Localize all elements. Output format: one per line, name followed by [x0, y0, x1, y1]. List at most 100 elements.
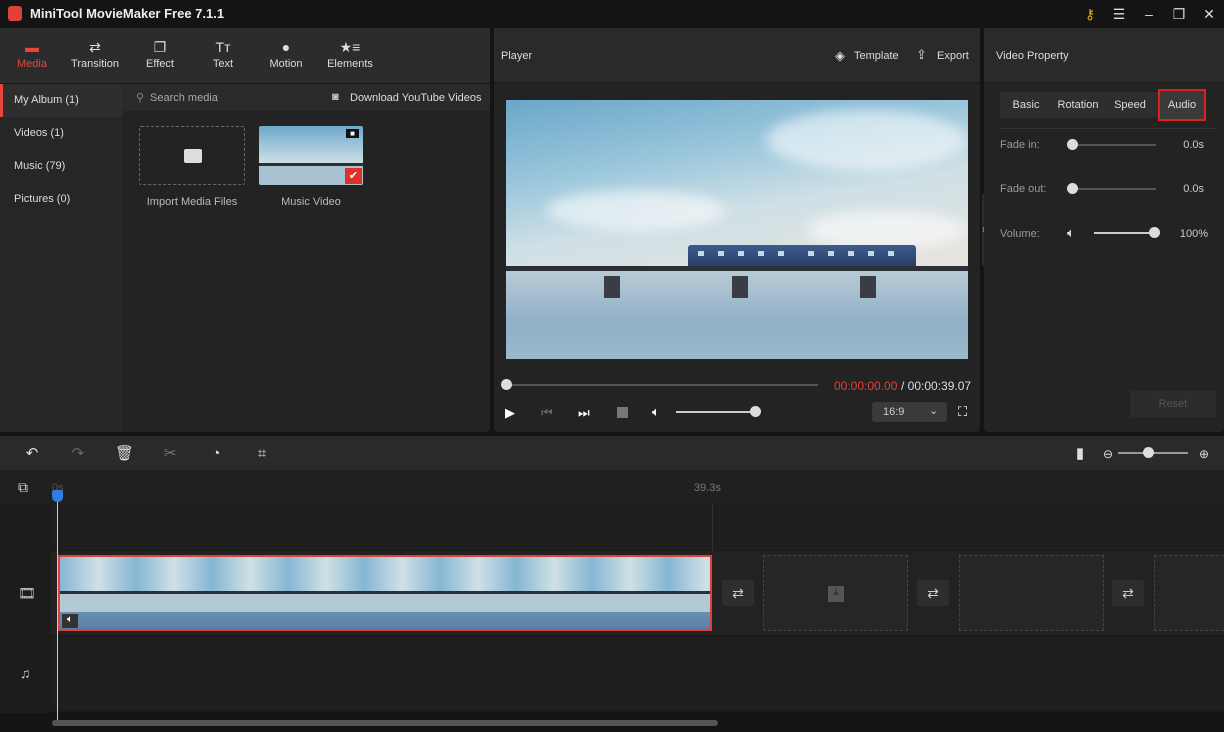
- export-icon: ⇪: [916, 47, 927, 62]
- transition-button[interactable]: ⇄: [917, 580, 949, 606]
- chevron-down-icon: ⌄: [929, 405, 939, 417]
- media-item-music-video[interactable]: ■ ✔: [259, 126, 363, 185]
- player-panel: Player ◈ Template ⇪ Export 00:00:00.00 /…: [494, 28, 980, 432]
- layers-icon: ◈: [835, 48, 845, 63]
- tab-elements[interactable]: ★≡ Elements: [318, 28, 382, 84]
- empty-slot[interactable]: [1154, 555, 1224, 631]
- volume-value: 100%: [1179, 228, 1208, 240]
- tab-rotation[interactable]: Rotation: [1052, 92, 1104, 118]
- previous-frame-button[interactable]: ⏮: [541, 405, 553, 421]
- download-icon: ⤓: [828, 586, 844, 602]
- fit-icon[interactable]: ▮: [1071, 445, 1089, 463]
- video-clip[interactable]: 🔈︎: [58, 555, 712, 631]
- player-title: Player: [501, 50, 533, 62]
- tab-text[interactable]: Tт Text: [191, 28, 255, 84]
- zoom-out-icon[interactable]: ⊖: [1099, 445, 1117, 463]
- motion-icon: ●: [281, 39, 291, 55]
- fade-out-value: 0.0s: [1183, 183, 1204, 195]
- search-input[interactable]: Search media: [150, 92, 218, 104]
- reset-button[interactable]: Reset: [1130, 391, 1216, 417]
- track-headers: 🎞︎ ♫: [0, 503, 51, 713]
- volume-slider[interactable]: [676, 411, 756, 413]
- app-logo: [8, 6, 22, 21]
- volume-knob[interactable]: [750, 406, 761, 417]
- export-button[interactable]: Export: [937, 50, 969, 62]
- tab-label: Media: [17, 58, 47, 70]
- sidebar-item-music[interactable]: Music (79): [0, 150, 122, 183]
- key-icon[interactable]: ⚷: [1076, 4, 1104, 24]
- scissors-icon[interactable]: ✂: [161, 445, 179, 463]
- tab-label: Elements: [327, 58, 373, 70]
- fullscreen-icon[interactable]: ⛶: [958, 404, 967, 420]
- total-time: / 00:00:39.07: [901, 379, 972, 393]
- timeline-ruler[interactable]: ⧉ 0s 39.3s: [0, 470, 1224, 504]
- overlay-track: [51, 503, 1224, 551]
- add-track-icon[interactable]: ⧉: [18, 479, 28, 496]
- tab-media[interactable]: ▬ Media: [0, 28, 64, 84]
- tool-tabs: ▬ Media ⇄ Transition ❐ Effect Tт Text ● Motio…: [0, 28, 490, 84]
- audio-waveform: [60, 612, 710, 629]
- minimize-button[interactable]: –: [1135, 4, 1163, 24]
- sidebar-item-pictures[interactable]: Pictures (0): [0, 183, 122, 216]
- media-panel: ▬ Media ⇄ Transition ❐ Effect Tт Text ● Motio…: [0, 28, 490, 432]
- redo-icon[interactable]: ↷: [69, 445, 87, 463]
- seek-bar[interactable]: [506, 384, 818, 386]
- delete-icon[interactable]: 🗑︎: [115, 445, 134, 463]
- zoom-in-icon[interactable]: ⊕: [1195, 445, 1213, 463]
- aspect-ratio-select[interactable]: 16:9 ⌄: [872, 402, 947, 422]
- layers-icon: ❐: [153, 39, 167, 55]
- tab-motion[interactable]: ● Motion: [254, 28, 318, 84]
- stop-button[interactable]: [617, 407, 628, 418]
- volume-slider[interactable]: [1094, 232, 1154, 234]
- import-media-button[interactable]: [139, 126, 245, 185]
- fade-in-slider[interactable]: [1072, 144, 1156, 146]
- empty-slot[interactable]: [959, 555, 1104, 631]
- crop-icon[interactable]: ⌗: [253, 445, 271, 463]
- property-panel: Video Property Basic Rotation Speed Audi…: [984, 28, 1224, 432]
- fade-out-knob[interactable]: [1067, 183, 1078, 194]
- transition-button[interactable]: ⇄: [722, 580, 754, 606]
- download-youtube-button[interactable]: Download YouTube Videos: [350, 92, 482, 104]
- fade-in-knob[interactable]: [1067, 139, 1078, 150]
- volume-icon[interactable]: 🔈︎: [652, 404, 660, 420]
- seek-knob[interactable]: [501, 379, 512, 390]
- undo-icon[interactable]: ↶: [23, 445, 41, 463]
- music-track-icon: ♫: [20, 665, 31, 681]
- property-tabs: Basic Rotation Speed Audio: [1000, 89, 1206, 121]
- transition-button[interactable]: ⇄: [1112, 580, 1144, 606]
- menu-icon[interactable]: ☰: [1105, 4, 1133, 24]
- play-button[interactable]: ▶: [505, 405, 515, 421]
- sidebar-item-my-album[interactable]: My Album (1): [0, 84, 122, 117]
- playhead-handle[interactable]: [52, 490, 63, 502]
- current-time: 00:00:00.00: [834, 379, 898, 393]
- video-preview[interactable]: [506, 100, 968, 359]
- zoom-knob[interactable]: [1143, 447, 1154, 458]
- music-track: [51, 636, 1224, 712]
- swap-icon: ⇄: [89, 39, 101, 55]
- sidebar-item-videos[interactable]: Videos (1): [0, 117, 122, 150]
- fade-out-slider[interactable]: [1072, 188, 1156, 190]
- divider: [1000, 128, 1216, 129]
- tab-label: Effect: [146, 58, 174, 70]
- playhead[interactable]: [52, 490, 63, 722]
- timeline-toolbar: ↶ ↷ 🗑︎ ✂ ◔ ⌗ ▮ ⊖ ⊕: [0, 436, 1224, 470]
- tab-transition[interactable]: ⇄ Transition: [63, 28, 127, 84]
- timeline-scrollbar[interactable]: [52, 720, 718, 726]
- search-icon: ⚲: [136, 92, 145, 104]
- fade-in-label: Fade in:: [1000, 139, 1040, 151]
- empty-slot[interactable]: ⤓: [763, 555, 908, 631]
- youtube-icon: ◙: [332, 91, 339, 103]
- next-frame-button[interactable]: ⏭: [578, 405, 590, 421]
- tab-effect[interactable]: ❐ Effect: [128, 28, 192, 84]
- tab-speed[interactable]: Speed: [1104, 92, 1156, 118]
- speed-icon[interactable]: ◔: [207, 445, 225, 463]
- star-list-icon: ★≡: [339, 39, 361, 55]
- close-button[interactable]: ✕: [1195, 4, 1223, 24]
- tab-audio[interactable]: Audio: [1158, 89, 1206, 121]
- ruler-end: 39.3s: [694, 482, 721, 494]
- maximize-button[interactable]: ❐: [1165, 4, 1193, 24]
- template-button[interactable]: Template: [854, 50, 899, 62]
- clip-volume-icon[interactable]: 🔈︎: [62, 614, 78, 628]
- tab-basic[interactable]: Basic: [1000, 92, 1052, 118]
- property-title: Video Property: [996, 50, 1069, 62]
